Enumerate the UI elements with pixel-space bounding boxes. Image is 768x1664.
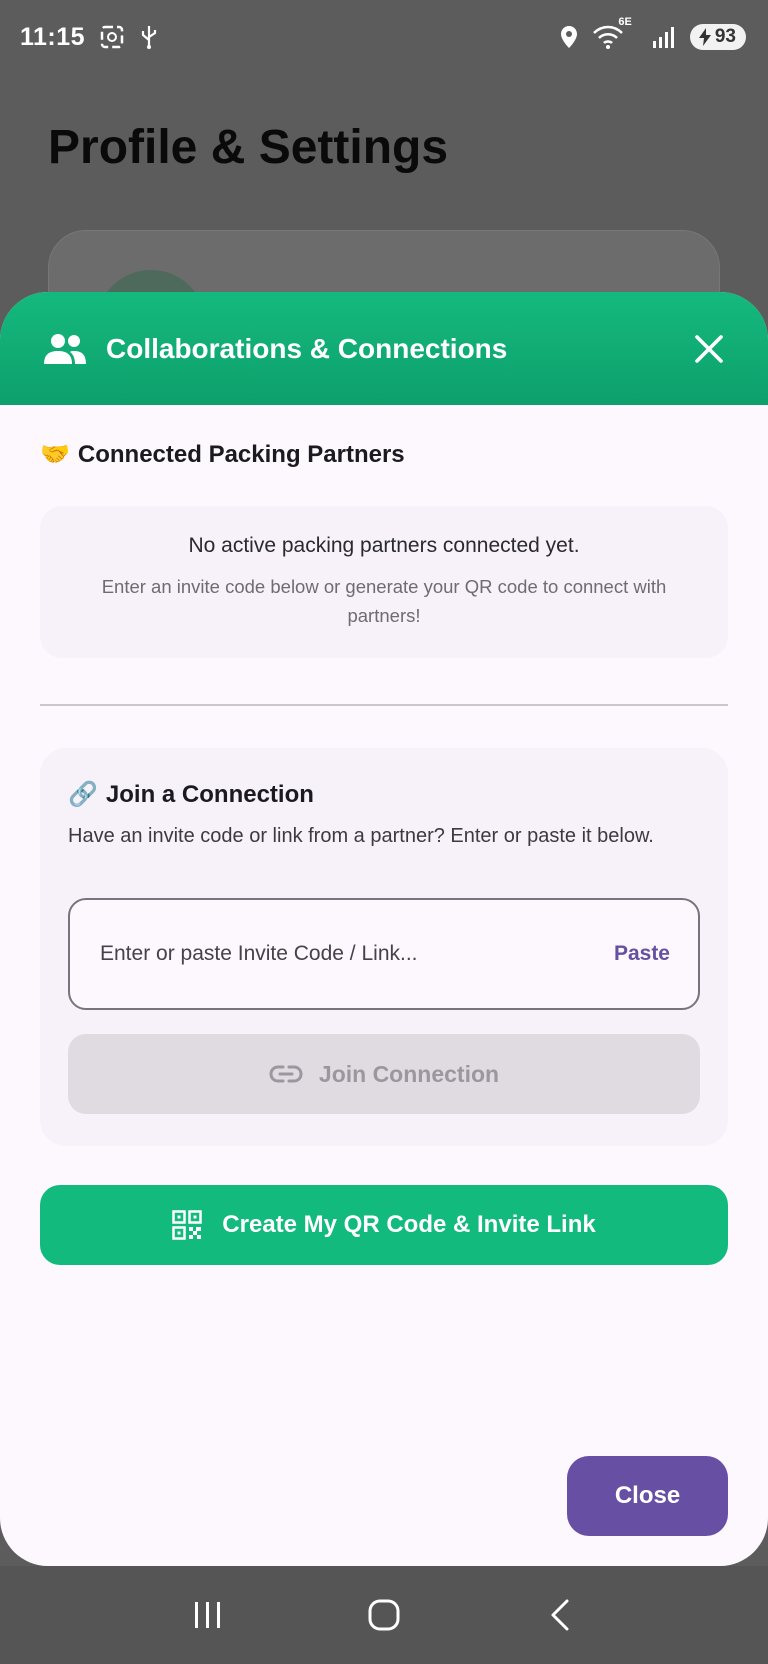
- recents-icon: [195, 1602, 220, 1628]
- status-left: 11:15: [20, 23, 159, 52]
- join-connection-card: 🔗 Join a Connection Have an invite code …: [40, 748, 728, 1146]
- signal-icon: [652, 27, 674, 48]
- create-qr-button[interactable]: Create My QR Code & Invite Link: [40, 1185, 728, 1265]
- collaborations-sheet: Collaborations & Connections 🤝 Connected…: [0, 292, 768, 1566]
- sheet-title: Collaborations & Connections: [106, 332, 508, 364]
- screenshot-icon: [100, 25, 124, 49]
- location-icon: [561, 26, 578, 48]
- sheet-header: Collaborations & Connections: [0, 292, 768, 405]
- charging-icon: [698, 28, 711, 46]
- back-button[interactable]: [540, 1595, 580, 1635]
- status-right: 6E 93: [560, 16, 746, 50]
- close-button[interactable]: Close: [567, 1456, 728, 1536]
- link-icon: [269, 1065, 303, 1083]
- join-button-label: Join Connection: [318, 1060, 500, 1087]
- network-type: 6E: [618, 16, 632, 28]
- close-icon[interactable]: [692, 332, 726, 366]
- partners-section-title: 🤝 Connected Packing Partners: [40, 440, 405, 469]
- partners-empty-state: No active packing partners connected yet…: [40, 506, 728, 658]
- qr-code-icon: [172, 1210, 203, 1240]
- invite-code-input[interactable]: [100, 942, 614, 966]
- battery-indicator: 93: [689, 24, 746, 50]
- join-description: Have an invite code or link from a partn…: [68, 825, 654, 847]
- status-bar: 11:15 6E 93: [0, 0, 768, 74]
- empty-state-title: No active packing partners connected yet…: [188, 534, 580, 557]
- join-section-title: 🔗 Join a Connection: [68, 780, 314, 809]
- qr-button-label: Create My QR Code & Invite Link: [222, 1211, 596, 1238]
- recents-button[interactable]: [188, 1595, 228, 1635]
- usb-icon: [141, 26, 157, 49]
- empty-state-subtitle: Enter an invite code below or generate y…: [101, 576, 667, 626]
- link-emoji-icon: 🔗: [68, 781, 98, 808]
- partners-title-text: Connected Packing Partners: [77, 440, 405, 468]
- people-icon: [44, 333, 86, 364]
- join-title-text: Join a Connection: [105, 780, 314, 808]
- back-icon: [551, 1599, 569, 1631]
- home-icon: [368, 1599, 400, 1631]
- page-title: Profile & Settings: [48, 121, 449, 174]
- status-time: 11:15: [20, 22, 86, 51]
- invite-code-field: Paste: [68, 898, 700, 1010]
- join-connection-button[interactable]: Join Connection: [68, 1034, 700, 1114]
- paste-button[interactable]: Paste: [614, 942, 670, 966]
- navigation-bar: [0, 1566, 768, 1664]
- battery-level: 93: [714, 26, 736, 47]
- home-button[interactable]: [364, 1595, 404, 1635]
- handshake-icon: 🤝: [40, 441, 70, 468]
- divider: [40, 704, 728, 706]
